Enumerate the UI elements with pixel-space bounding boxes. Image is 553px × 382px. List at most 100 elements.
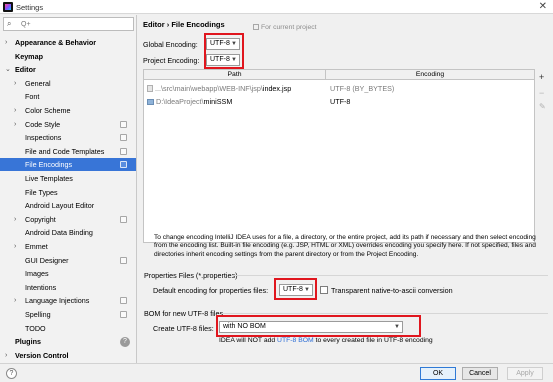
properties-section-title: Properties Files (*.properties) [144, 271, 238, 280]
sidebar-item-label: Android Data Binding [25, 228, 93, 238]
sidebar-item[interactable]: › Language Injections [0, 294, 136, 307]
chevron-right-icon[interactable]: › [14, 104, 16, 117]
window-title: Settings [16, 3, 44, 12]
chevron-right-icon[interactable]: › [14, 118, 16, 131]
chevron-right-icon[interactable]: › [14, 294, 16, 307]
chevron-right-icon[interactable]: › [14, 240, 16, 253]
section-divider [223, 313, 548, 314]
sidebar-item-label: Code Style [25, 119, 61, 129]
title-bar: Settings ✕ [0, 0, 553, 14]
project-scope-icon [120, 297, 127, 305]
bom-note-pre: IDEA will NOT add [219, 337, 278, 344]
sidebar-item-label: Editor [15, 65, 36, 75]
path-name: index.jsp [262, 84, 292, 93]
utf8-bom-link[interactable]: UTF-8 BOM [277, 337, 314, 344]
path-cell: D:\IdeaProject\miniSSM [147, 96, 232, 108]
file-encodings-panel: Editor › File Encodings For current proj… [138, 15, 553, 363]
column-header-path[interactable]: Path [144, 70, 326, 80]
apply-button[interactable]: Apply [507, 367, 543, 380]
sidebar-item[interactable]: Inspections [0, 131, 136, 144]
settings-sidebar: ⌕ › Appearance & Behavior Keymap ⌄ Editor › Ge… [0, 15, 137, 363]
table-toolbar: + − ✎ [535, 69, 552, 169]
table-row[interactable]: D:\IdeaProject\miniSSM UTF-8 [144, 96, 534, 108]
sidebar-item[interactable]: Spelling [0, 308, 136, 321]
settings-search-box[interactable]: ⌕ [3, 17, 134, 31]
sidebar-item-label: File Encodings [25, 160, 73, 170]
sidebar-item[interactable]: Android Data Binding [0, 226, 136, 239]
sidebar-item[interactable]: GUI Designer [0, 254, 136, 267]
for-project-label: For current project [261, 24, 317, 31]
global-encoding-label: Global Encoding: [143, 40, 198, 49]
sidebar-item[interactable]: › Code Style [0, 118, 136, 131]
highlight-box [216, 315, 421, 337]
sidebar-item[interactable]: › Appearance & Behavior [0, 36, 136, 49]
sidebar-item[interactable]: Keymap [0, 50, 136, 63]
search-input[interactable] [19, 19, 129, 29]
column-header-encoding[interactable]: Encoding [326, 70, 534, 80]
section-divider [232, 275, 548, 276]
sidebar-item[interactable]: File Types [0, 186, 136, 199]
chevron-right-icon[interactable]: › [14, 77, 16, 90]
project-scope-icon [120, 120, 127, 128]
properties-encoding-label: Default encoding for properties files: [153, 286, 269, 295]
sidebar-item[interactable]: File and Code Templates [0, 145, 136, 158]
dialog-footer: ? OK Cancel Apply [0, 363, 553, 382]
ok-button[interactable]: OK [420, 367, 456, 380]
project-scope-icon [120, 256, 127, 264]
sidebar-item[interactable]: Font [0, 90, 136, 103]
sidebar-item-label: Keymap [15, 51, 43, 61]
sidebar-item-label: File Types [25, 187, 58, 197]
sidebar-item[interactable]: File Encodings [0, 158, 136, 172]
sidebar-item[interactable]: Images [0, 267, 136, 280]
sidebar-item[interactable]: Intentions [0, 281, 136, 294]
project-scope-icon [120, 147, 127, 155]
sidebar-item-label: General [25, 78, 51, 88]
sidebar-item[interactable]: › Copyright [0, 213, 136, 226]
sidebar-item-label: Version Control [15, 350, 69, 360]
table-row[interactable]: ...\src\main\webapp\WEB-INF\jsp\index.js… [144, 83, 534, 95]
chevron-down-icon[interactable]: ⌄ [5, 63, 11, 76]
help-icon[interactable]: ? [6, 368, 17, 379]
path-prefix: ...\src\main\webapp\WEB-INF\jsp\ [155, 84, 263, 93]
add-icon[interactable]: + [539, 72, 544, 82]
highlight-box [274, 278, 317, 300]
sidebar-item[interactable]: Android Layout Editor [0, 199, 136, 212]
sidebar-item-label: Intentions [25, 282, 57, 292]
sidebar-item[interactable]: › Color Scheme [0, 104, 136, 117]
bom-note-post: to every created file in UTF-8 encoding [313, 337, 433, 344]
sidebar-item-label: Inspections [25, 133, 62, 143]
encoding-cell: UTF-8 (BY_BYTES) [330, 84, 395, 93]
sidebar-item[interactable]: Plugins? [0, 335, 136, 348]
bom-section-title: BOM for new UTF-8 files [144, 309, 224, 318]
sidebar-item-label: Live Templates [25, 174, 73, 183]
cancel-button[interactable]: Cancel [462, 367, 498, 380]
sidebar-item[interactable]: › Emmet [0, 240, 136, 253]
path-prefix: D:\IdeaProject\ [156, 97, 204, 106]
folder-icon [147, 99, 154, 105]
remove-icon[interactable]: − [539, 88, 544, 98]
sidebar-item-label: Copyright [25, 214, 56, 224]
native-to-ascii-label: Transparent native-to-ascii conversion [331, 286, 453, 295]
sidebar-item[interactable]: TODO [0, 322, 136, 335]
bom-label: Create UTF-8 files: [153, 324, 214, 333]
chevron-right-icon[interactable]: › [5, 36, 7, 49]
encoding-description: To change encoding IntelliJ IDEA uses fo… [154, 234, 536, 258]
sidebar-item[interactable]: ⌄ Editor [0, 63, 136, 76]
project-encoding-label: Project Encoding: [143, 56, 200, 65]
sidebar-item[interactable]: Live Templates [0, 172, 136, 185]
table-header: Path Encoding [144, 70, 534, 80]
edit-icon[interactable]: ✎ [539, 102, 546, 111]
sidebar-item[interactable]: › Version Control [0, 349, 136, 362]
close-icon[interactable]: ✕ [539, 1, 547, 12]
sidebar-item-label: Appearance & Behavior [15, 38, 97, 47]
chevron-right-icon[interactable]: › [5, 349, 7, 362]
native-to-ascii-checkbox[interactable] [320, 286, 328, 294]
sidebar-item[interactable]: › General [0, 77, 136, 90]
jsp-file-icon [147, 85, 153, 92]
bom-note: IDEA will NOT add UTF-8 BOM to every cre… [219, 337, 433, 344]
project-scope-icon [253, 24, 259, 30]
sidebar-item-label: TODO [25, 323, 46, 333]
sidebar-item-label: File and Code Templates [25, 146, 105, 156]
search-icon: ⌕ [7, 19, 12, 28]
chevron-right-icon[interactable]: › [14, 213, 16, 226]
